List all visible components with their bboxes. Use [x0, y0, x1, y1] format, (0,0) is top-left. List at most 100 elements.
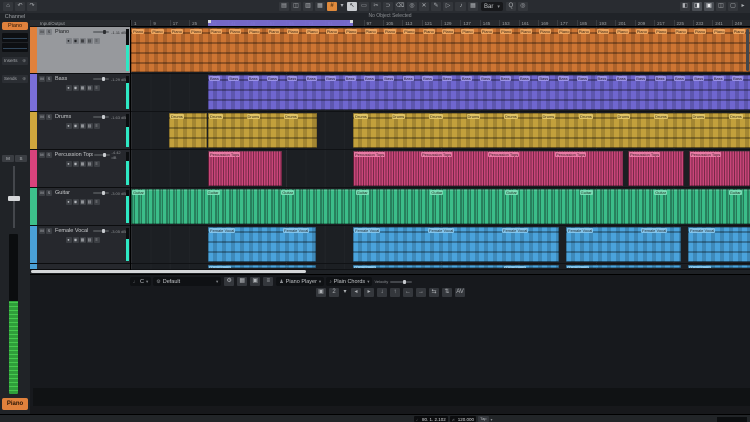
velocity-slider[interactable]: [390, 281, 412, 283]
track-header-drums[interactable]: MSDrums-1.63 dB●◉▦▤≡: [30, 112, 130, 150]
edit-channel-button[interactable]: ▦: [80, 85, 86, 91]
channel-config-button[interactable]: ≡: [94, 237, 100, 243]
pad-lock-icon[interactable]: ≡: [263, 277, 273, 286]
record-enable-button[interactable]: ●: [66, 85, 72, 91]
channel-curve-display[interactable]: [2, 43, 28, 52]
instrument-button[interactable]: ▤: [87, 237, 93, 243]
transpose-down-icon[interactable]: ↓: [377, 288, 387, 297]
track-volume-slider[interactable]: [93, 192, 109, 194]
automation-panel-icon[interactable]: ▤: [279, 2, 289, 11]
clip-female-vocal[interactable]: Female VocalFemale Vocal: [208, 227, 316, 262]
window-zones-icon[interactable]: ▥: [303, 2, 313, 11]
channel-fader-handle[interactable]: [8, 196, 20, 201]
clip-percussion-tops[interactable]: Percussion Tops: [689, 151, 750, 186]
clip-male-vocal[interactable]: Male Vocal: [208, 265, 316, 268]
edit-channel-button[interactable]: ▦: [80, 237, 86, 243]
clip-drums[interactable]: DrumsDrumsDrumsDrumsDrumsDrumsDrumsDrums…: [353, 113, 750, 148]
invert-icon[interactable]: ⇅: [442, 288, 452, 297]
audition-tool-icon[interactable]: ▷: [443, 2, 453, 11]
lower-zone-toggle-icon[interactable]: ▣: [704, 2, 714, 11]
track-header-bass[interactable]: MSBass-1.29 dB●◉▦▤≡: [30, 74, 130, 112]
channel-bottom-tag[interactable]: Piano: [2, 398, 28, 410]
channel-solo-button[interactable]: S: [15, 155, 27, 162]
snap-type-caret[interactable]: ▾: [339, 2, 345, 11]
monitor-button[interactable]: ◉: [73, 199, 79, 205]
mute-button[interactable]: M: [39, 190, 45, 196]
monitor-button[interactable]: ◉: [73, 237, 79, 243]
track-header-piano[interactable]: MSPiano-1.11 dB●◉▦▤≡: [30, 27, 130, 74]
split-tool-icon[interactable]: ✂: [371, 2, 381, 11]
undo-icon[interactable]: ↶: [15, 2, 25, 11]
instrument-button[interactable]: ▤: [87, 123, 93, 129]
cycle-region[interactable]: [208, 20, 353, 27]
clip-percussion-tops[interactable]: Percussion Tops: [628, 151, 684, 186]
quantize-icon[interactable]: ♪: [456, 2, 466, 11]
clip-drums[interactable]: Drums: [169, 113, 207, 148]
shift-left-icon[interactable]: ←: [403, 288, 413, 297]
pad-player-select[interactable]: ♟ Piano Player ▾: [276, 277, 324, 286]
velocity-control[interactable]: Velocity: [374, 279, 412, 284]
pad-display-settings-icon[interactable]: ▦: [237, 277, 247, 286]
tempo-display[interactable]: ♬ 120.000: [450, 416, 476, 422]
hub-icon[interactable]: ⌂: [3, 2, 13, 11]
record-enable-button[interactable]: ●: [66, 123, 72, 129]
mute-button[interactable]: M: [39, 114, 45, 120]
shift-right-icon[interactable]: →: [416, 288, 426, 297]
edit-channel-button[interactable]: ▦: [80, 123, 86, 129]
monitor-button[interactable]: ◉: [73, 123, 79, 129]
channel-mute-button[interactable]: M: [2, 155, 14, 162]
mute-button[interactable]: M: [39, 228, 45, 234]
instrument-button[interactable]: ▤: [87, 38, 93, 44]
chevron-down-icon[interactable]: ▾: [491, 417, 493, 422]
monitor-button[interactable]: ◉: [73, 85, 79, 91]
racks-toggle-icon[interactable]: ◫: [716, 2, 726, 11]
record-enable-button[interactable]: ●: [66, 199, 72, 205]
pad-remote-settings-icon[interactable]: ⚙: [224, 277, 234, 286]
channel-track-name[interactable]: Piano: [2, 22, 28, 30]
track-header-percussion-tops[interactable]: MSPercussion Tops-4.42 dB●◉▦▤≡: [30, 150, 130, 188]
pad-voicing-select[interactable]: ♪ Plain Chords ▾: [326, 277, 372, 286]
markers-icon[interactable]: ▦: [315, 2, 325, 11]
grid-type-icon[interactable]: ▦: [468, 2, 478, 11]
octave-value[interactable]: 2: [329, 288, 339, 297]
mute-button[interactable]: M: [39, 29, 45, 35]
track-header-guitar[interactable]: MSGuitar-3.00 dB●◉▦▤≡: [30, 188, 130, 226]
channel-config-button[interactable]: ≡: [94, 38, 100, 44]
horizontal-scrollbar[interactable]: [31, 270, 306, 273]
clip-bass[interactable]: BassBassBassBassBassBassBassBassBassBass…: [208, 75, 750, 110]
channel-config-button[interactable]: ≡: [94, 85, 100, 91]
instrument-button[interactable]: ▤: [87, 161, 93, 167]
vertical-scrollbar[interactable]: [746, 29, 749, 71]
pad-root-key-select[interactable]: ♩ C ▾: [130, 277, 151, 286]
clip-percussion-tops[interactable]: Percussion Tops: [208, 151, 282, 186]
clip-male-vocal[interactable]: Male VocalMale Vocal: [353, 265, 559, 268]
mute-button[interactable]: M: [39, 76, 45, 82]
io-channels-folder-track[interactable]: Input/Output: [30, 20, 130, 27]
mute-button[interactable]: M: [39, 152, 45, 158]
inserts-section-button[interactable]: Inserts⊕: [2, 57, 28, 65]
channel-config-button[interactable]: ≡: [94, 161, 100, 167]
cycle-end-handle[interactable]: [350, 20, 353, 23]
clip-female-vocal[interactable]: Female VocalFemale Vocal: [566, 227, 681, 262]
transpose-up-icon[interactable]: ↑: [390, 288, 400, 297]
channel-config-button[interactable]: ≡: [94, 199, 100, 205]
pads-next-icon[interactable]: ▸: [364, 288, 374, 297]
timeline-ruler[interactable]: 1917253341495765738189971051131211291371…: [130, 20, 750, 27]
erase-tool-icon[interactable]: ⌫: [395, 2, 405, 11]
window-layout-setup-icon[interactable]: ▢: [728, 2, 738, 11]
toolbar-options-icon[interactable]: ▸: [740, 2, 746, 11]
iterative-quantize-icon[interactable]: ◎: [518, 2, 528, 11]
pads-prev-icon[interactable]: ◂: [351, 288, 361, 297]
range-selection-tool-icon[interactable]: ▭: [359, 2, 369, 11]
clip-male-vocal[interactable]: Male Vocal: [566, 265, 681, 268]
clip-percussion-tops[interactable]: Percussion TopsPercussion TopsPercussion…: [353, 151, 623, 186]
clip-female-vocal[interactable]: Female VocalFemale VocalFemale Vocal: [353, 227, 559, 262]
instrument-button[interactable]: ▤: [87, 85, 93, 91]
solo-button[interactable]: S: [46, 76, 52, 82]
chord-assistant-toggle-icon[interactable]: ▣: [316, 288, 326, 297]
monitor-button[interactable]: ◉: [73, 161, 79, 167]
clip-drums[interactable]: DrumsDrumsDrums: [208, 113, 317, 148]
channel-config-button[interactable]: ≡: [94, 123, 100, 129]
redo-icon[interactable]: ↷: [27, 2, 37, 11]
record-enable-button[interactable]: ●: [66, 38, 72, 44]
